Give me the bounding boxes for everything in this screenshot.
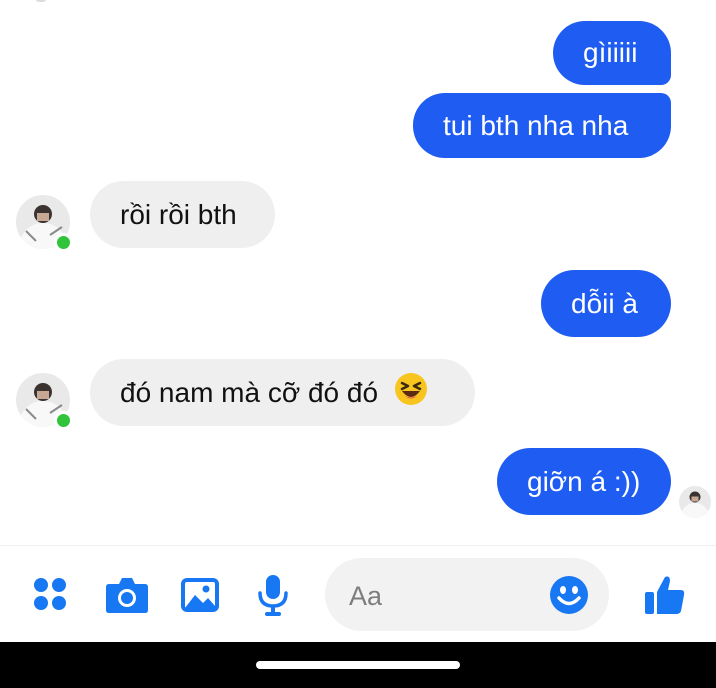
outgoing-message[interactable]: tui bth nha nha xyxy=(413,93,671,158)
image-icon[interactable] xyxy=(180,577,220,618)
outgoing-message[interactable]: gìiiiii xyxy=(553,21,671,85)
outgoing-message[interactable]: giỡn á :)) xyxy=(497,448,671,515)
seen-receipt-avatar xyxy=(679,486,711,518)
outgoing-message[interactable]: dỗii à xyxy=(541,270,671,337)
message-text: gìiiiii xyxy=(583,37,638,68)
composer-bar xyxy=(0,545,716,643)
apps-icon[interactable] xyxy=(33,577,67,616)
incoming-message[interactable]: đó nam mà cỡ đó đó xyxy=(90,359,475,426)
home-indicator[interactable] xyxy=(256,661,460,669)
cutoff-mark xyxy=(34,0,48,2)
message-text: rồi rồi bth xyxy=(120,198,237,230)
microphone-icon[interactable] xyxy=(257,574,289,621)
message-text: đó nam mà cỡ đó đó xyxy=(120,376,379,408)
emoji-icon[interactable] xyxy=(549,575,589,620)
message-text: tui bth nha nha xyxy=(443,109,629,141)
incoming-message[interactable]: rồi rồi bth xyxy=(90,181,275,248)
camera-icon[interactable] xyxy=(105,576,149,619)
online-status-dot xyxy=(54,233,73,252)
system-navigation-bar xyxy=(0,642,716,688)
message-list[interactable]: gìiiiii tui bth nha nha rồi rồi bth dỗii… xyxy=(0,0,716,545)
message-input-field[interactable] xyxy=(325,558,609,631)
online-status-dot xyxy=(54,411,73,430)
message-input[interactable] xyxy=(347,578,541,614)
message-text: giỡn á :)) xyxy=(527,465,641,497)
laughing-emoji xyxy=(394,372,428,413)
messenger-screen: gìiiiii tui bth nha nha rồi rồi bth dỗii… xyxy=(0,0,716,688)
like-icon[interactable] xyxy=(644,574,686,621)
message-text: dỗii à xyxy=(571,287,638,319)
